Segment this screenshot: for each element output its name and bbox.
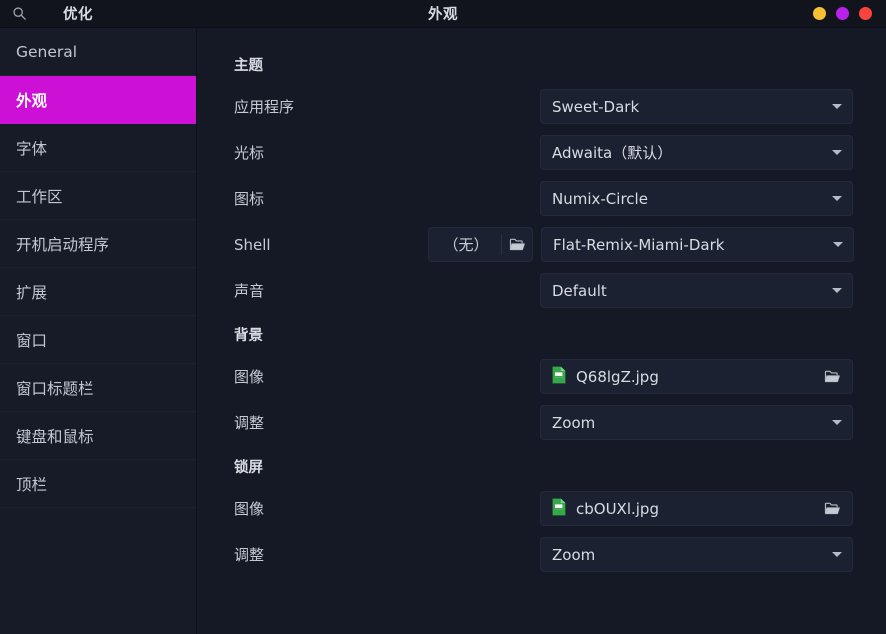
sidebar-item-4[interactable]: 开机启动程序 <box>0 220 196 268</box>
sidebar-item-8[interactable]: 键盘和鼠标 <box>0 412 196 460</box>
image-file-chooser[interactable]: cbOUXl.jpg <box>540 491 853 526</box>
setting-dropdown[interactable]: Zoom <box>540 405 853 440</box>
section-title-0: 主题 <box>234 57 263 74</box>
dropdown-value: Flat-Remix-Miami-Dark <box>553 235 725 254</box>
image-file-icon <box>552 498 566 520</box>
browse-image-icon[interactable] <box>821 366 843 388</box>
sidebar-item-label: 工作区 <box>16 187 63 206</box>
sidebar-item-2[interactable]: 字体 <box>0 124 196 172</box>
setting-row: 应用程序 Sweet-Dark <box>234 84 853 129</box>
setting-label: 图像 <box>234 368 265 386</box>
setting-row: Shell （无） Flat-Remix-Miami-Dark <box>234 222 854 267</box>
dropdown-value: Numix-Circle <box>552 189 648 208</box>
setting-label: 调整 <box>234 546 265 564</box>
setting-row: 调整 Zoom <box>234 400 853 445</box>
sidebar-item-6[interactable]: 窗口 <box>0 316 196 364</box>
setting-controls: Adwaita（默认） <box>428 135 853 170</box>
dropdown-value: Default <box>552 281 607 300</box>
setting-row: 调整 Zoom <box>234 532 853 577</box>
sidebar-item-label: 键盘和鼠标 <box>16 427 94 446</box>
chevron-down-icon <box>832 104 842 109</box>
setting-label: 声音 <box>234 282 265 300</box>
sidebar-item-label: 外观 <box>16 91 48 110</box>
chevron-down-icon <box>832 420 842 425</box>
setting-label: 应用程序 <box>234 98 295 116</box>
sidebar-item-label: 窗口 <box>16 331 48 350</box>
section-title-1: 背景 <box>234 327 263 344</box>
setting-label: Shell <box>234 235 271 254</box>
setting-row: 图像 cbOUXl.jpg <box>234 486 853 531</box>
setting-label: 图标 <box>234 190 265 208</box>
setting-controls: Sweet-Dark <box>428 89 853 124</box>
tweaks-window: 优化 外观 General 外观字体工作区开机启动程序 扩展窗口窗口标题栏键盘和鼠标… <box>0 0 886 634</box>
setting-controls: cbOUXl.jpg <box>428 491 853 526</box>
sidebar-item-1[interactable]: 外观 <box>0 76 196 124</box>
setting-dropdown[interactable]: Adwaita（默认） <box>540 135 853 170</box>
minimize-button[interactable] <box>813 7 826 20</box>
image-file-chooser[interactable]: Q68lgZ.jpg <box>540 359 853 394</box>
setting-dropdown[interactable]: Zoom <box>540 537 853 572</box>
window-controls <box>813 7 886 20</box>
open-folder-icon[interactable] <box>506 234 528 256</box>
sidebar-item-label: 字体 <box>16 139 48 158</box>
titlebar-left: 优化 <box>0 0 197 27</box>
chevron-down-icon <box>832 552 842 557</box>
setting-controls: Zoom <box>428 405 853 440</box>
sidebar-item-label: 窗口标题栏 <box>16 379 94 398</box>
image-file-name: cbOUXl.jpg <box>576 499 659 518</box>
image-file-name: Q68lgZ.jpg <box>576 367 659 386</box>
section-title-2: 锁屏 <box>234 459 263 476</box>
sidebar-item-label: 开机启动程序 <box>16 235 110 254</box>
shell-theme-file-chooser[interactable]: （无） <box>428 227 533 262</box>
sidebar-item-label: General <box>16 42 78 61</box>
setting-dropdown[interactable]: Sweet-Dark <box>540 89 853 124</box>
setting-controls: Q68lgZ.jpg <box>428 359 853 394</box>
setting-controls: Zoom <box>428 537 853 572</box>
setting-dropdown[interactable]: Flat-Remix-Miami-Dark <box>541 227 854 262</box>
search-icon[interactable] <box>12 6 27 21</box>
setting-row: 声音 Default <box>234 268 853 313</box>
app-title: 优化 <box>63 7 93 23</box>
setting-label: 图像 <box>234 500 265 518</box>
chevron-down-icon <box>832 150 842 155</box>
setting-label: 光标 <box>234 144 265 162</box>
setting-dropdown[interactable]: Numix-Circle <box>540 181 853 216</box>
sidebar-item-5[interactable]: 扩展 <box>0 268 196 316</box>
chevron-down-icon <box>832 196 842 201</box>
sidebar-item-7[interactable]: 窗口标题栏 <box>0 364 196 412</box>
setting-controls: Default <box>428 273 853 308</box>
setting-row: 光标 Adwaita（默认） <box>234 130 853 175</box>
titlebar: 优化 外观 <box>0 0 886 28</box>
setting-dropdown[interactable]: Default <box>540 273 853 308</box>
maximize-button[interactable] <box>836 7 849 20</box>
chevron-down-icon <box>832 288 842 293</box>
sidebar-item-9[interactable]: 顶栏 <box>0 460 196 508</box>
settings-panel: 主题应用程序 Sweet-Dark 光标 Adwaita（默认） 图标 Numix-Cir… <box>197 28 886 634</box>
shell-theme-chooser-value: （无） <box>443 236 489 254</box>
setting-controls: （无） Flat-Remix-Miami-Dark <box>428 227 854 262</box>
dropdown-value: Adwaita（默认） <box>552 144 673 162</box>
sidebar-item-label: 顶栏 <box>16 475 48 494</box>
setting-row: 图标 Numix-Circle <box>234 176 853 221</box>
browse-image-icon[interactable] <box>821 498 843 520</box>
setting-row: 图像 Q68lgZ.jpg <box>234 354 853 399</box>
image-file-icon <box>552 366 566 388</box>
setting-label: 调整 <box>234 414 265 432</box>
sidebar: General 外观字体工作区开机启动程序 扩展窗口窗口标题栏键盘和鼠标顶栏 <box>0 28 197 634</box>
sidebar-item-label: 扩展 <box>16 283 48 302</box>
close-button[interactable] <box>859 7 872 20</box>
setting-controls: Numix-Circle <box>428 181 853 216</box>
window-body: General 外观字体工作区开机启动程序 扩展窗口窗口标题栏键盘和鼠标顶栏 主题应… <box>0 28 886 634</box>
sidebar-item-0[interactable]: General <box>0 28 196 76</box>
dropdown-value: Sweet-Dark <box>552 97 640 116</box>
sidebar-item-3[interactable]: 工作区 <box>0 172 196 220</box>
chevron-down-icon <box>833 242 843 247</box>
dropdown-value: Zoom <box>552 413 596 432</box>
dropdown-value: Zoom <box>552 545 596 564</box>
shell-theme-browse-button[interactable] <box>502 228 532 261</box>
